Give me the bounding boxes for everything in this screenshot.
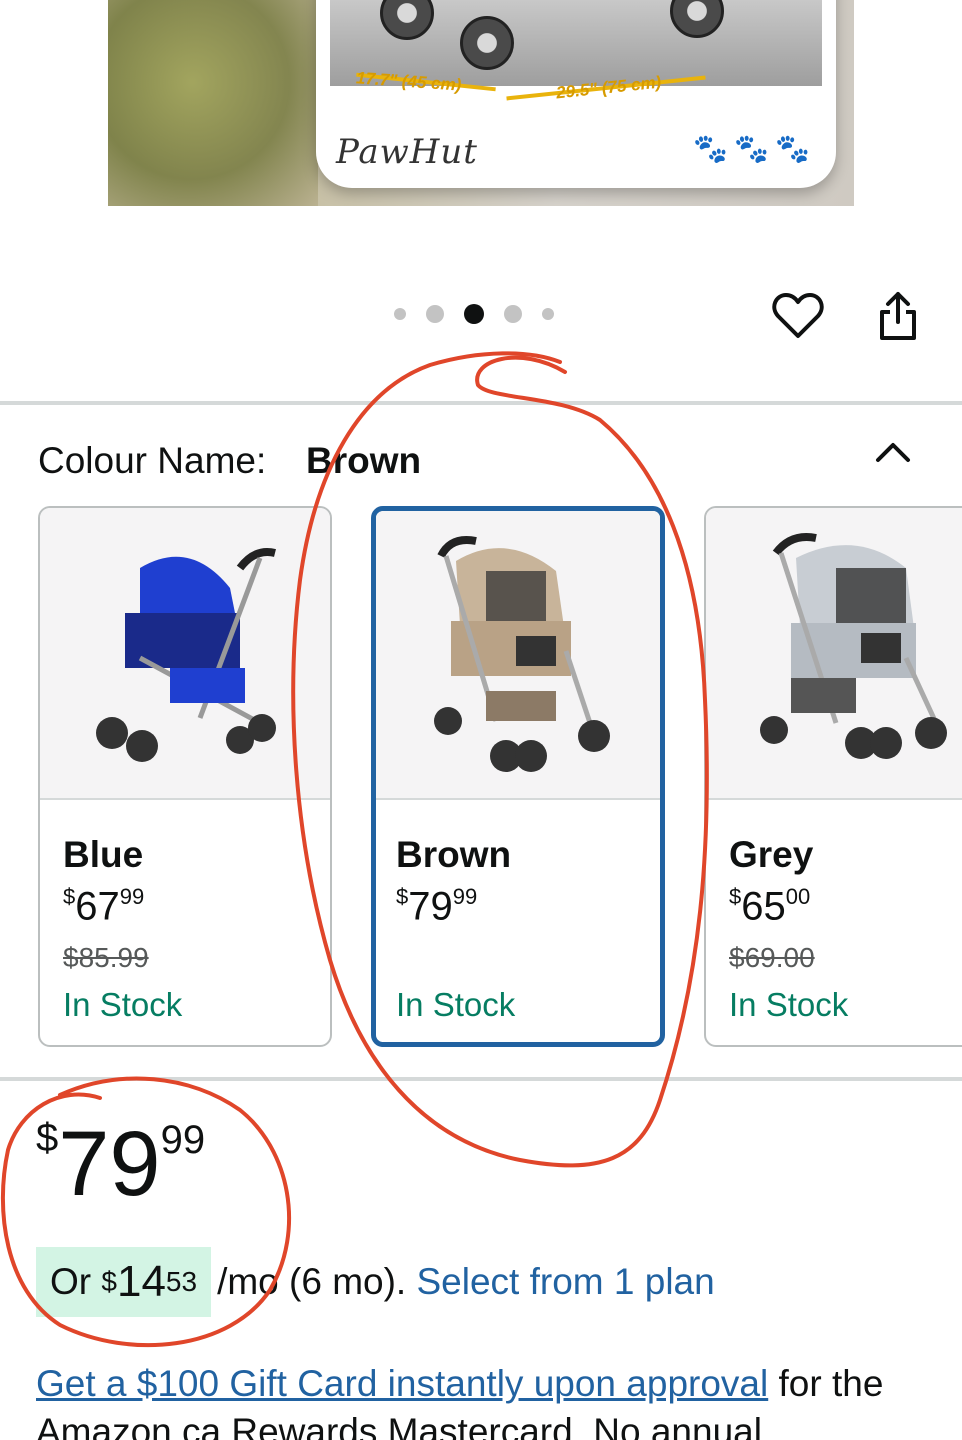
background-foliage: [108, 0, 318, 206]
wheel-icon: [670, 0, 724, 38]
installment-row: Or $14 53 /mo (6 mo). Select from 1 plan: [36, 1247, 715, 1317]
installment-suffix: /mo (6 mo).: [217, 1261, 407, 1302]
wheel-icon: [380, 0, 434, 40]
option-price: $6799: [63, 884, 144, 929]
colour-option-grey[interactable]: Grey $6500 $69.00 In Stock: [704, 506, 962, 1047]
installment-badge: Or $14 53: [36, 1247, 212, 1317]
installment-whole: 14: [116, 1257, 166, 1306]
installment-prefix: Or: [50, 1261, 92, 1302]
favorite-button[interactable]: [770, 288, 826, 344]
chevron-up-icon: [876, 443, 910, 462]
currency-symbol: $: [101, 1266, 117, 1297]
installment-fraction: 53: [165, 1266, 198, 1297]
carousel-dot[interactable]: [394, 308, 406, 320]
carousel-dot[interactable]: [542, 308, 554, 320]
section-divider: [0, 1077, 962, 1081]
share-icon: [880, 292, 916, 340]
colour-option-blue[interactable]: Blue $6799 $85.99 In Stock: [38, 506, 332, 1047]
price-whole: 67: [75, 884, 120, 929]
wheel-icon: [460, 16, 514, 70]
option-price: $6500: [729, 884, 810, 929]
paw-icons: 🐾🐾🐾: [693, 133, 816, 164]
currency-symbol: $: [729, 884, 742, 909]
stroller-thumbnail: [376, 511, 660, 800]
colour-selected-value: Brown: [306, 440, 422, 481]
stroller-thumbnail: [706, 508, 962, 800]
credit-card-promo: Get a $100 Gift Card instantly upon appr…: [36, 1360, 936, 1440]
carousel-dot[interactable]: [426, 305, 444, 323]
price-fraction: 99: [160, 1118, 206, 1162]
product-photo-card: 17.7" (45 cm) 29.5" (75 cm) PawHut 🐾🐾🐾: [316, 0, 836, 188]
stock-status: In Stock: [729, 986, 849, 1023]
carousel-dot[interactable]: [504, 305, 522, 323]
option-name: Grey: [729, 834, 814, 875]
image-carousel-dots: [394, 304, 554, 324]
original-price: $85.99: [63, 942, 149, 973]
stock-status: In Stock: [396, 986, 516, 1023]
heart-icon: [772, 293, 824, 338]
select-plan-link[interactable]: Select from 1 plan: [417, 1261, 715, 1303]
collapse-button[interactable]: [870, 430, 916, 476]
brand-logo: PawHut: [336, 132, 478, 172]
price-fraction: 99: [119, 884, 145, 909]
stock-status: In Stock: [63, 986, 183, 1023]
option-name: Brown: [396, 834, 512, 875]
stroller-thumbnail: [40, 508, 330, 800]
currency-symbol: $: [36, 1116, 59, 1160]
section-divider: [0, 401, 962, 405]
colour-name-label: Colour Name:: [38, 440, 267, 481]
original-price: $69.00: [729, 942, 815, 973]
price-whole: 65: [741, 884, 786, 929]
colour-option-brown[interactable]: Brown $7999 In Stock: [371, 506, 665, 1047]
gift-card-link[interactable]: Get a $100 Gift Card instantly upon appr…: [36, 1363, 768, 1404]
price-fraction: 99: [452, 884, 478, 909]
option-price: $7999: [396, 884, 477, 929]
currency-symbol: $: [63, 884, 76, 909]
option-name: Blue: [63, 834, 144, 875]
share-button[interactable]: [870, 288, 926, 344]
price-whole: 79: [408, 884, 453, 929]
carousel-dot-active[interactable]: [464, 304, 484, 324]
product-image[interactable]: 17.7" (45 cm) 29.5" (75 cm) PawHut 🐾🐾🐾: [108, 0, 854, 206]
main-price: $7999: [36, 1118, 205, 1210]
price-fraction: 00: [785, 884, 811, 909]
currency-symbol: $: [396, 884, 409, 909]
price-whole: 79: [58, 1113, 161, 1215]
